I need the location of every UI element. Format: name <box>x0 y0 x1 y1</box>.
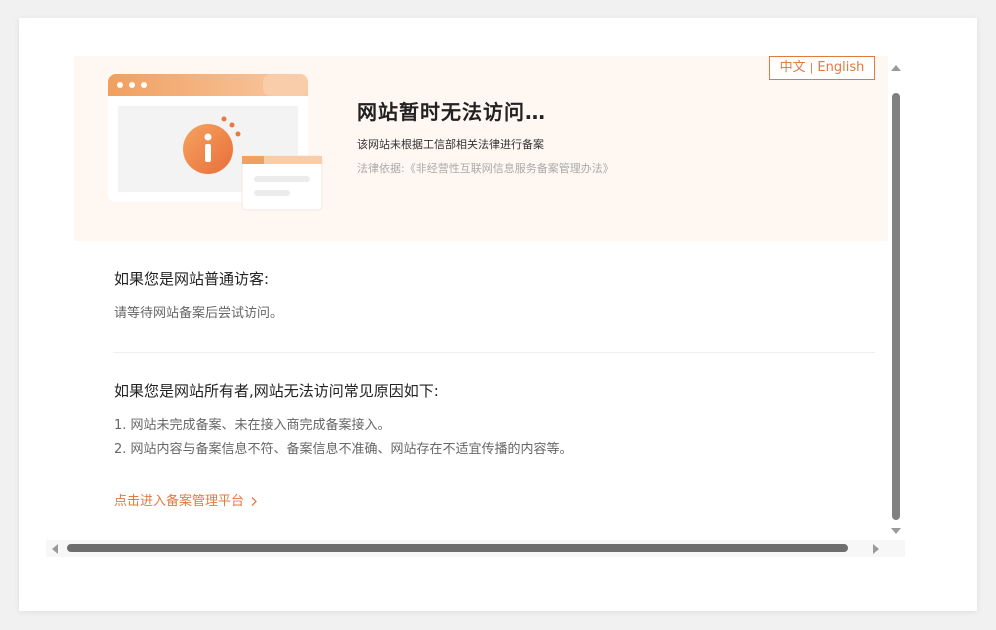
chevron-right-icon <box>251 497 258 506</box>
owner-reason-1: 1. 网站未完成备案、未在接入商完成备案接入。 <box>114 418 391 433</box>
owner-heading: 如果您是网站所有者,网站无法访问常见原因如下: <box>114 382 439 400</box>
owner-reason-2: 2. 网站内容与备案信息不符、备案信息不准确、网站存在不适宜传播的内容等。 <box>114 442 573 457</box>
legal-basis: 法律依据:《非经营性互联网信息服务备案管理办法》 <box>357 162 614 175</box>
language-switch: 中文 | English <box>769 56 875 80</box>
arrow-left-icon[interactable] <box>52 544 58 554</box>
filing-portal-link-label: 点击进入备案管理平台 <box>114 494 245 509</box>
horizontal-scrollbar[interactable] <box>46 540 887 557</box>
horizontal-scroll-thumb[interactable] <box>67 544 848 552</box>
section-divider <box>113 352 875 353</box>
content-viewport: 网站暂时无法访问… 该网站未根据工信部相关法律进行备案 法律依据:《非经营性互联… <box>74 56 889 528</box>
visitor-heading: 如果您是网站普通访客: <box>114 270 270 288</box>
page-card: 网站暂时无法访问… 该网站未根据工信部相关法律进行备案 法律依据:《非经营性互联… <box>19 18 977 611</box>
scrollbar-corner <box>887 540 905 557</box>
vertical-scroll-thumb[interactable] <box>892 93 900 520</box>
filing-portal-link[interactable]: 点击进入备案管理平台 <box>114 490 258 509</box>
visitor-text: 请等待网站备案后尝试访问。 <box>114 306 284 321</box>
arrow-down-icon[interactable] <box>891 528 901 534</box>
lang-english-option[interactable]: English <box>817 60 864 75</box>
page-title: 网站暂时无法访问… <box>357 100 546 124</box>
lang-separator: | <box>809 61 814 74</box>
vertical-scrollbar[interactable] <box>888 56 905 538</box>
hero-banner: 网站暂时无法访问… 该网站未根据工信部相关法律进行备案 法律依据:《非经营性互联… <box>74 56 889 241</box>
browser-window-info-illustration <box>108 74 323 211</box>
not-registered-notice: 该网站未根据工信部相关法律进行备案 <box>357 138 544 151</box>
lang-chinese-option[interactable]: 中文 <box>780 60 806 75</box>
arrow-up-icon[interactable] <box>891 65 901 71</box>
arrow-right-icon[interactable] <box>873 544 879 554</box>
